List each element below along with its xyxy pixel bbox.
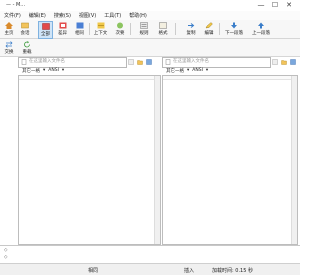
detail-right-marker: ◇ — [4, 255, 8, 260]
swap-label: 交换 — [4, 50, 14, 55]
menu-search[interactable]: 搜索(S) — [50, 12, 75, 19]
rules-icon — [140, 21, 149, 29]
all-label: 全部 — [41, 32, 50, 37]
dropdown-arrow-icon[interactable]: ▾ — [187, 68, 189, 73]
window-title: — - M... — [6, 2, 26, 8]
swap-button[interactable]: 交换 — [2, 40, 16, 56]
edit-icon — [205, 21, 214, 29]
diff-label: 差异 — [58, 31, 67, 36]
minor-icon — [116, 21, 125, 29]
left-save-icon[interactable] — [146, 59, 152, 65]
reload-button[interactable]: 重载 — [20, 40, 34, 56]
minor-label: 次要 — [115, 31, 125, 36]
menu-edit[interactable]: 编辑(E) — [25, 12, 50, 19]
format-label: 格式 — [158, 31, 168, 36]
prev-section-label: 上一段落 — [252, 31, 270, 36]
session-button[interactable]: 会话 — [18, 21, 32, 37]
file-icon — [165, 59, 171, 65]
all-icon — [41, 22, 50, 30]
dropdown-arrow-icon[interactable]: ▾ — [206, 68, 208, 73]
left-history-icon[interactable] — [128, 59, 134, 65]
right-ruler — [163, 76, 297, 80]
toolbar-separator — [175, 23, 176, 35]
title-bar: — - M... — ☐ ✕ — [0, 0, 300, 11]
toolbar-separator — [219, 23, 220, 35]
rules-button[interactable]: 规则 — [137, 21, 151, 37]
reload-icon — [23, 40, 32, 48]
menu-help[interactable]: 帮助(H) — [125, 12, 151, 19]
diff-button[interactable]: 差异 — [56, 21, 69, 37]
left-encoding-select[interactable]: ANSI — [48, 68, 59, 73]
status-bar: 相同 插入 加载时间: 0.15 秒 — [0, 263, 300, 275]
window-controls: — ☐ ✕ — [254, 0, 296, 10]
format-button[interactable]: 格式 — [156, 21, 170, 37]
minor-button[interactable]: 次要 — [113, 21, 127, 37]
status-load-time: 加载时间: 0.15 秒 — [212, 268, 253, 274]
toolbar-separator — [130, 23, 131, 35]
menu-tools[interactable]: 工具(T) — [100, 12, 125, 19]
left-encoding-bar: 其它一格 ▾ ANSI ▾ — [22, 67, 64, 74]
session-icon — [21, 21, 30, 29]
right-vertical-scrollbar[interactable] — [291, 76, 297, 244]
copy-button[interactable]: 复制 — [184, 21, 198, 37]
menu-view[interactable]: 视图(V) — [75, 12, 100, 19]
right-encoding-select[interactable]: ANSI — [192, 68, 203, 73]
dropdown-arrow-icon[interactable]: ▾ — [62, 68, 64, 73]
all-button[interactable]: 全部 — [38, 21, 53, 39]
right-save-icon[interactable] — [290, 59, 296, 65]
copy-icon — [187, 21, 196, 29]
detail-pane[interactable]: ◇ ◇ — [0, 245, 300, 264]
right-encoding-bar: 其它一格 ▾ ANSI ▾ — [166, 67, 208, 74]
home-label: 主页 — [4, 31, 14, 36]
detail-left-marker: ◇ — [4, 248, 8, 253]
home-icon — [5, 21, 14, 29]
edit-button[interactable]: 编辑 — [202, 21, 216, 37]
file-icon — [21, 59, 27, 65]
menu-file[interactable]: 文件(F) — [0, 12, 25, 19]
left-compare-pane[interactable] — [18, 75, 161, 245]
format-icon — [159, 21, 168, 29]
same-icon — [75, 21, 84, 29]
context-label: 上下文 — [93, 31, 108, 36]
same-label: 相同 — [75, 31, 84, 36]
status-same: 相同 — [88, 268, 99, 274]
copy-label: 复制 — [186, 31, 196, 36]
right-lineend-select[interactable]: 其它一格 — [166, 68, 184, 74]
status-insert: 插入 — [184, 268, 195, 274]
rules-label: 规则 — [139, 31, 149, 36]
minimize-button[interactable]: — — [254, 0, 268, 10]
reload-label: 重载 — [22, 50, 32, 55]
next-section-label: 下一段落 — [225, 31, 243, 36]
left-vertical-scrollbar[interactable] — [154, 76, 160, 244]
left-open-folder-icon[interactable] — [137, 59, 143, 65]
left-lineend-select[interactable]: 其它一格 — [22, 68, 40, 74]
arrow-up-icon — [257, 21, 266, 29]
session-label: 会话 — [20, 31, 30, 36]
edit-label: 编辑 — [204, 31, 214, 36]
left-path-input[interactable]: 在这里输入文件名 — [29, 58, 65, 64]
right-history-icon[interactable] — [272, 59, 278, 65]
context-button[interactable]: 上下文 — [92, 21, 109, 37]
prev-section-button[interactable]: 上一段落 — [250, 21, 272, 37]
dropdown-arrow-icon[interactable]: ▾ — [43, 68, 45, 73]
arrow-down-icon — [230, 21, 239, 29]
right-path-input[interactable]: 在这里输入文件名 — [173, 58, 209, 64]
secondary-toolbar: 交换 重载 — [0, 39, 300, 57]
right-open-folder-icon[interactable] — [281, 59, 287, 65]
maximize-button[interactable]: ☐ — [268, 0, 282, 10]
same-button[interactable]: 相同 — [73, 21, 86, 37]
close-button[interactable]: ✕ — [282, 0, 296, 10]
next-section-button[interactable]: 下一段落 — [223, 21, 245, 37]
diff-icon — [58, 21, 67, 29]
toolbar-separator — [89, 23, 90, 35]
home-button[interactable]: 主页 — [2, 21, 16, 37]
swap-icon — [5, 40, 14, 48]
context-icon — [96, 21, 105, 29]
right-compare-pane[interactable] — [162, 75, 298, 245]
main-toolbar: 主页 会话 全部 差异 相同 上下文 次要 规则 格式 复制 编辑 下一段落 上… — [0, 20, 300, 39]
left-ruler — [19, 76, 160, 80]
